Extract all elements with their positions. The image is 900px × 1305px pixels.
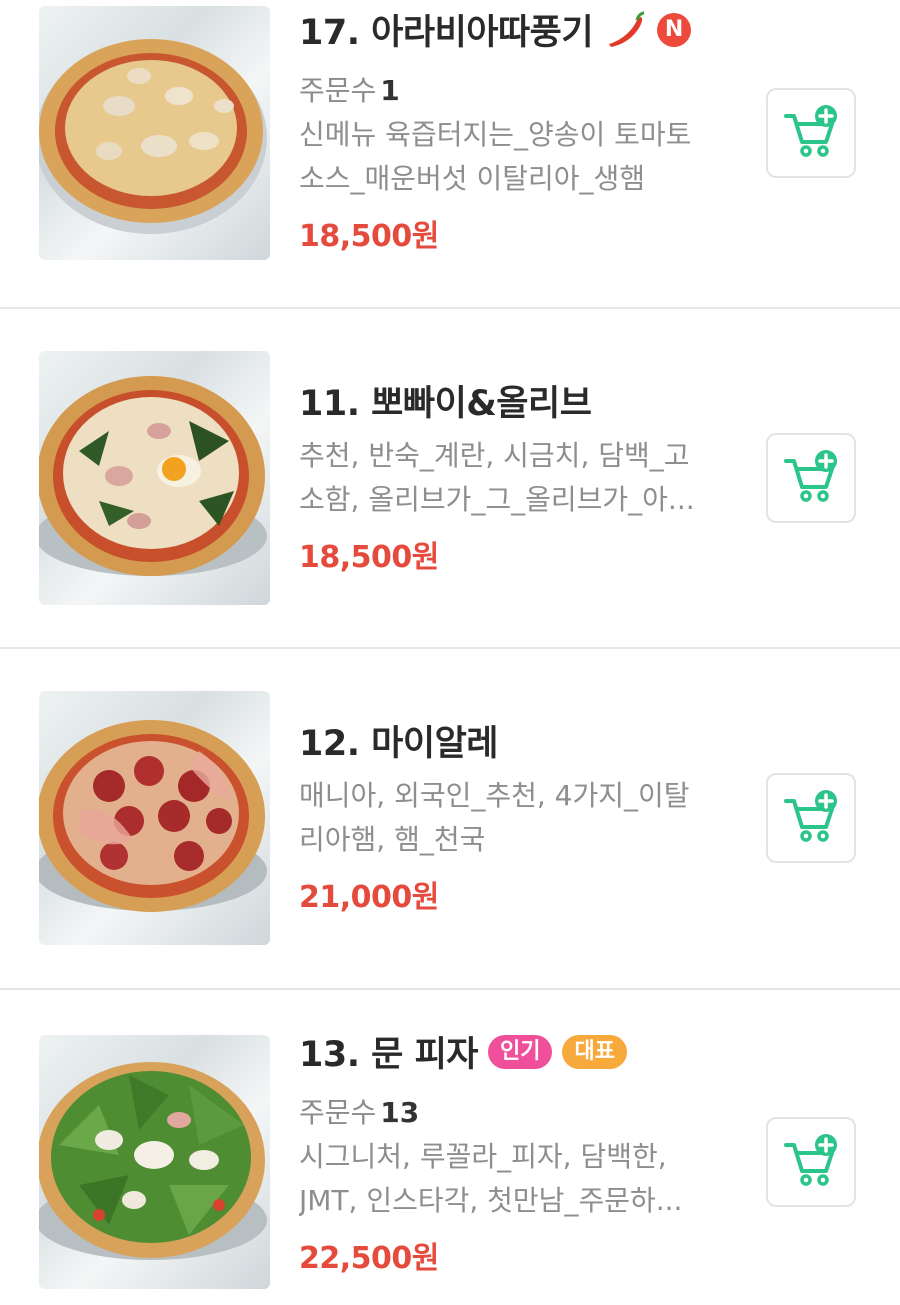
menu-item-description: 매니아, 외국인_추천, 4가지_이탈 리아햄, 햄_천국 [299,779,690,856]
menu-list: 17. 아라비아따풍기 N 주문수 1 신메뉴 육즙터지는_양송이 토마토 소스_… [0,0,900,1305]
menu-item-price: 18,500원 [299,540,439,575]
pizza-image[interactable] [39,1035,270,1289]
popular-badge: 인기 [487,1034,553,1069]
pizza-image[interactable] [39,691,270,945]
pepper-icon [603,10,647,50]
cart-add-icon [782,104,840,162]
menu-item-title: 11. 뽀빠이&올리브 [299,384,592,424]
new-badge: N [657,12,692,47]
menu-item-description: 신메뉴 육즙터지는_양송이 토마토 소스_매운버섯 이탈리아_생햄 [299,118,692,195]
order-count: 주문수 13 [299,1096,420,1129]
cart-add-icon [782,789,840,847]
menu-item-title: 12. 마이알레 [299,724,499,764]
menu-item-arrabbiata-funghi[interactable]: 17. 아라비아따풍기 N 주문수 1 신메뉴 육즙터지는_양송이 토마토 소스_… [0,0,900,308]
cart-add-icon [782,1133,840,1191]
menu-item-title: 17. 아라비아따풍기 [299,13,594,53]
menu-item-maiale[interactable]: 12. 마이알레 매니아, 외국인_추천, 4가지_이탈 리아햄, 햄_천국 2… [0,649,900,989]
menu-item-popeye-olive[interactable]: 11. 뽀빠이&올리브 추천, 반숙_계란, 시금치, 담백_고 소함, 올리브… [0,309,900,648]
menu-item-moon-pizza[interactable]: 13. 문 피자 인기 대표 주문수 13 시그니처, 루꼴라_피자, 담백한, … [0,990,900,1305]
add-to-cart-button[interactable] [766,773,856,863]
menu-item-title: 13. 문 피자 [299,1035,478,1075]
order-count: 주문수 1 [299,74,400,107]
signature-badge: 대표 [562,1034,627,1069]
menu-item-description: 시그니처, 루꼴라_피자, 담백한, JMT, 인스타각, 첫만남_주문하... [299,1140,683,1217]
add-to-cart-button[interactable] [766,433,856,523]
pizza-image[interactable] [39,6,270,260]
menu-item-description: 추천, 반숙_계란, 시금치, 담백_고 소함, 올리브가_그_올리브가_아..… [299,439,695,516]
pizza-image[interactable] [39,351,270,605]
menu-item-price: 18,500원 [299,219,439,254]
cart-add-icon [782,449,840,507]
add-to-cart-button[interactable] [766,88,856,178]
menu-item-price: 21,000원 [299,880,439,915]
add-to-cart-button[interactable] [766,1117,856,1207]
menu-item-price: 22,500원 [299,1241,439,1276]
